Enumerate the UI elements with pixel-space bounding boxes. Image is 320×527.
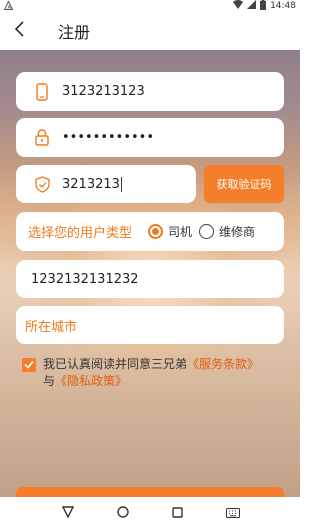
radio-driver[interactable] <box>148 224 164 239</box>
radio-repairer-label[interactable]: 维修商 <box>219 223 255 240</box>
lock-icon <box>28 124 56 152</box>
password-field[interactable]: •••••••••••• <box>16 118 284 157</box>
nav-back-icon <box>61 503 74 522</box>
system-nav-bar <box>0 497 300 527</box>
user-type-label: 选择您的用户类型 <box>28 226 133 241</box>
privacy-link[interactable]: 《隐私政策》 <box>55 374 127 388</box>
phone-field[interactable]: 3123213123 <box>16 72 284 111</box>
radio-driver-label[interactable]: 司机 <box>168 223 192 240</box>
id-number-value: 1232132131232 <box>31 271 139 287</box>
status-right: 14:48 <box>233 0 296 12</box>
status-bar: A 14:48 <box>0 0 300 12</box>
id-number-field[interactable]: 1232132131232 <box>16 260 284 298</box>
wifi-icon <box>233 0 244 12</box>
keyboard-icon <box>225 503 240 522</box>
page-title: 注册 <box>58 23 91 42</box>
get-code-button[interactable]: 获取验证码 <box>204 165 284 203</box>
phone-icon <box>28 78 56 106</box>
phone-value: 3123213123 <box>62 84 145 99</box>
nav-recents-button[interactable] <box>166 500 190 524</box>
agreement-text-before: 我已认真阅读并同意三兄弟 <box>43 357 188 371</box>
signal-icon <box>247 0 257 12</box>
checkmark-icon <box>24 357 34 374</box>
verification-code-field[interactable]: 3213213 <box>16 165 196 203</box>
nav-recents-icon <box>172 503 183 522</box>
city-placeholder: 所在城市 <box>25 319 78 335</box>
shield-check-icon <box>28 170 56 198</box>
city-field[interactable]: 所在城市 <box>16 306 284 344</box>
back-arrow-icon <box>14 21 26 41</box>
nav-back-button[interactable] <box>56 500 80 524</box>
radio-repairer[interactable] <box>199 224 215 239</box>
agreement-checkbox[interactable] <box>22 358 36 372</box>
agreement: 我已认真阅读并同意三兄弟《服务条款》 与《隐私政策》 <box>22 356 287 390</box>
notification-icon: A <box>3 0 14 11</box>
nav-home-button[interactable] <box>111 500 135 524</box>
svg-text:A: A <box>8 5 12 10</box>
agreement-text: 我已认真阅读并同意三兄弟《服务条款》 与《隐私政策》 <box>43 356 287 390</box>
nav-home-icon <box>116 503 129 522</box>
terms-link[interactable]: 《服务条款》 <box>187 357 259 371</box>
user-type-radio-group: 司机 维修商 <box>148 223 262 240</box>
keyboard-toggle-button[interactable] <box>221 500 245 524</box>
app-header: 注册 <box>0 12 300 50</box>
password-value: •••••••••••• <box>62 130 155 145</box>
verification-code-value: 3213213 <box>62 176 122 192</box>
user-type-row: 选择您的用户类型 司机 维修商 <box>16 212 284 251</box>
battery-icon <box>260 0 267 13</box>
status-time: 14:48 <box>270 1 296 11</box>
text-cursor <box>120 176 122 192</box>
back-button[interactable] <box>0 12 40 50</box>
agreement-text-and: 与 <box>43 374 56 388</box>
